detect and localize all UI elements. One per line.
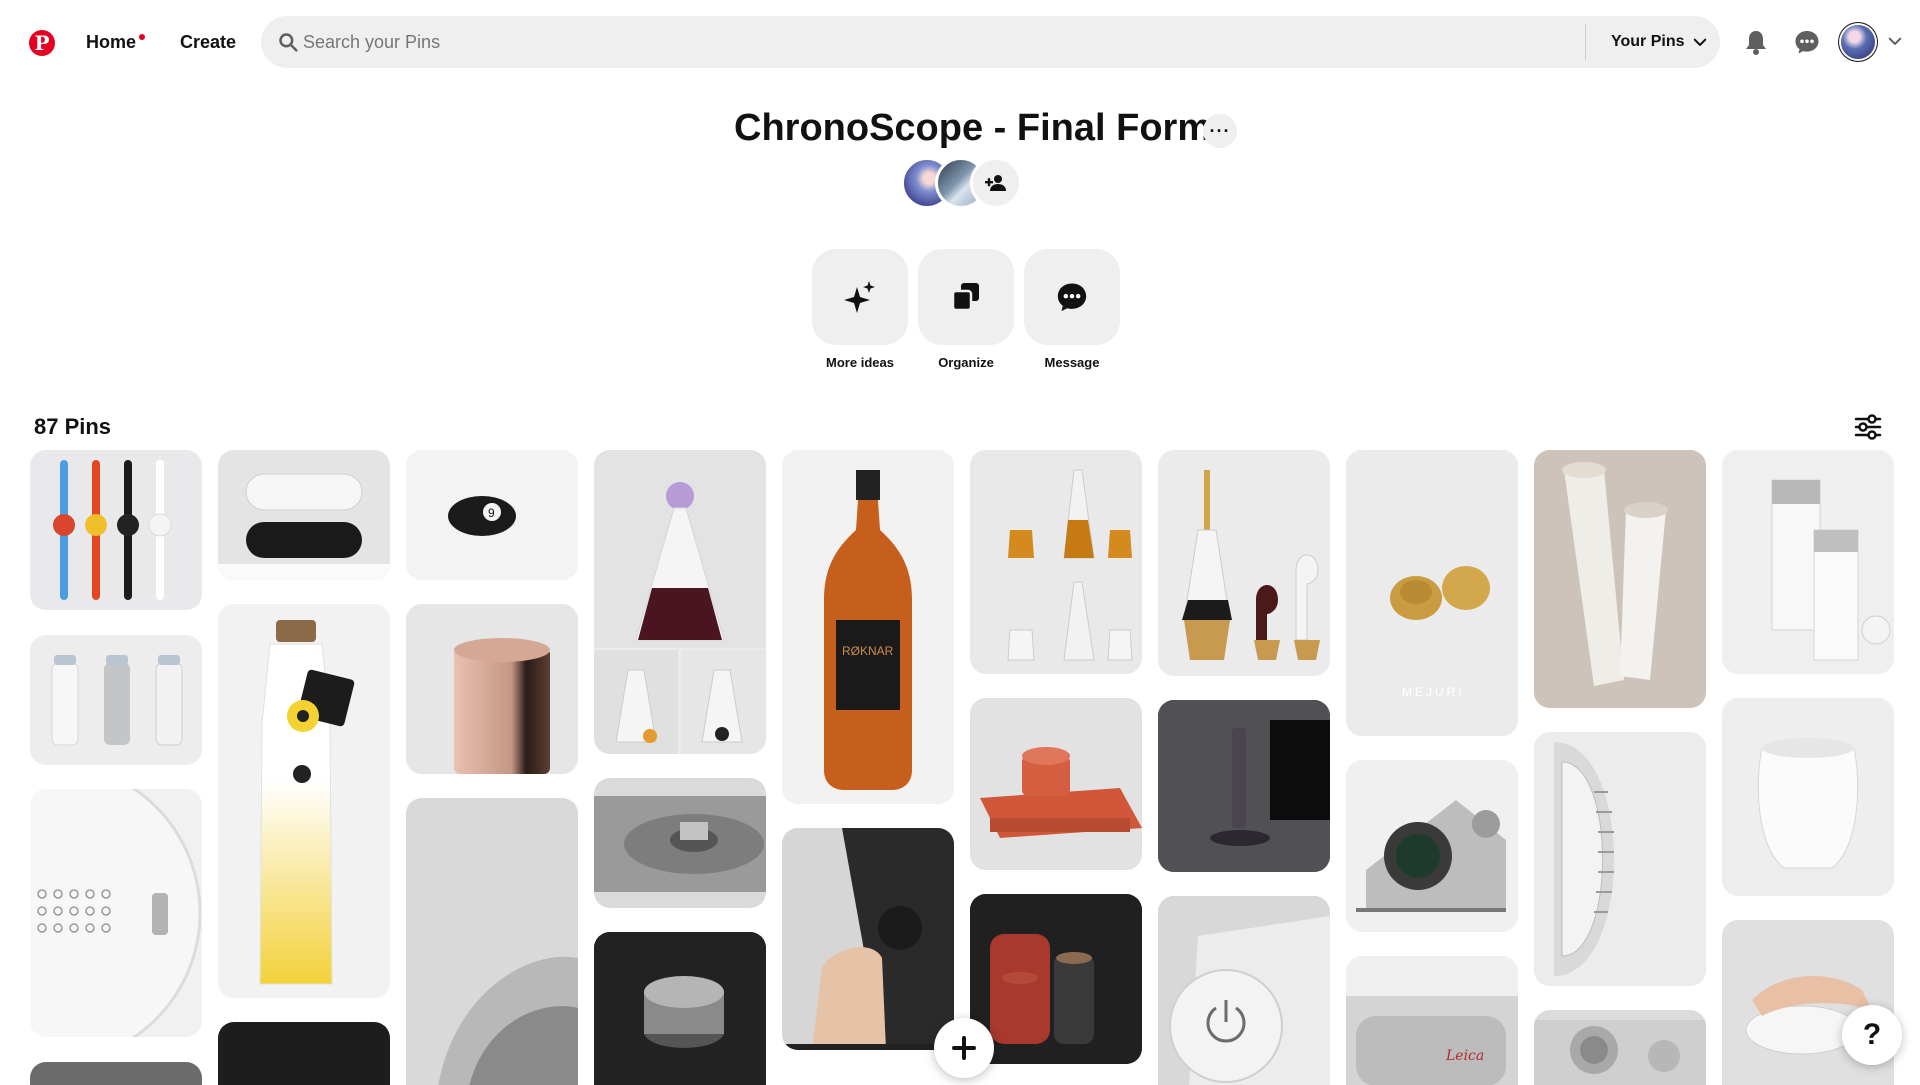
pin-card[interactable] (1534, 1010, 1706, 1085)
pin-card[interactable]: RØKNAR (782, 450, 954, 804)
pin-card[interactable] (1722, 450, 1894, 674)
pin-card[interactable] (406, 798, 578, 1085)
pin-card[interactable] (30, 1062, 202, 1085)
pin-card[interactable]: 9 (406, 450, 578, 580)
pin-card[interactable]: Leica (1346, 956, 1518, 1085)
pin-grid: 9 RØKNAR MEJURI Leica (0, 0, 1920, 1085)
svg-text:9: 9 (488, 506, 495, 520)
pin-card[interactable] (1158, 450, 1330, 676)
svg-text:RØKNAR: RØKNAR (842, 644, 894, 658)
pin-card[interactable] (1722, 698, 1894, 896)
pin-card[interactable] (1158, 700, 1330, 872)
pin-card[interactable] (218, 1022, 390, 1085)
pin-card[interactable] (30, 450, 202, 610)
pin-card[interactable] (594, 778, 766, 908)
plus-icon (952, 1036, 976, 1060)
pin-card[interactable] (30, 635, 202, 765)
pin-card[interactable] (406, 604, 578, 774)
svg-text:Leica: Leica (1445, 1048, 1484, 1064)
pin-card[interactable] (782, 828, 954, 1050)
pin-card[interactable] (970, 450, 1142, 674)
pin-card[interactable] (1158, 896, 1330, 1085)
pin-card[interactable] (594, 932, 766, 1085)
pin-card[interactable] (30, 789, 202, 1037)
pin-card[interactable] (970, 698, 1142, 870)
pin-card[interactable] (218, 604, 390, 998)
pin-card[interactable] (594, 450, 766, 754)
pin-card[interactable] (1534, 732, 1706, 986)
pin-card[interactable] (1534, 450, 1706, 708)
svg-text:MEJURI: MEJURI (1402, 685, 1465, 699)
pin-card[interactable]: MEJURI (1346, 450, 1518, 736)
create-pin-button[interactable] (934, 1018, 994, 1078)
help-button[interactable]: ? (1842, 1005, 1902, 1065)
pin-card[interactable] (1346, 760, 1518, 932)
pin-card[interactable] (970, 894, 1142, 1064)
pin-card[interactable] (218, 450, 390, 580)
